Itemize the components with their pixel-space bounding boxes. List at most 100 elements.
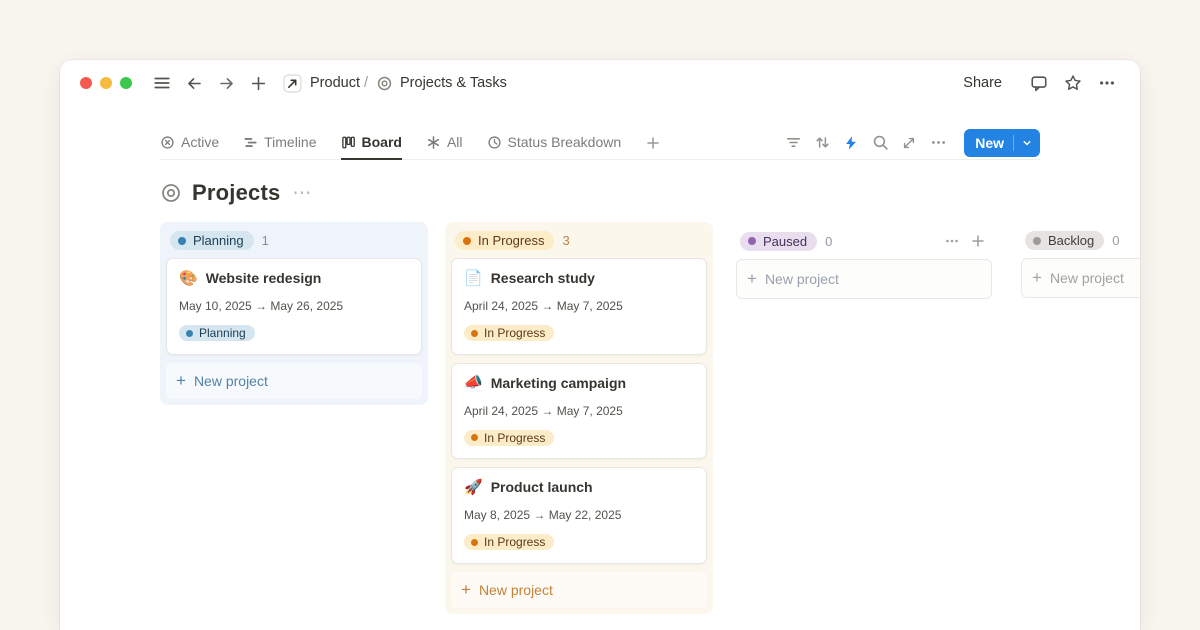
active-icon — [160, 135, 175, 150]
new-project-button[interactable]: + New project — [736, 259, 992, 299]
comments-icon[interactable] — [1026, 70, 1052, 96]
card-title: Website redesign — [206, 270, 322, 286]
close-window-button[interactable] — [80, 77, 92, 89]
new-project-label: New project — [1050, 270, 1124, 286]
card-dates: April 24, 2025 → May 7, 2025 — [464, 404, 694, 418]
expand-icon[interactable] — [896, 130, 922, 156]
status-pill-planning[interactable]: Planning — [170, 231, 254, 250]
board-column-in-progress: In Progress 3 📄 Research study April 24,… — [445, 222, 713, 614]
tab-active[interactable]: Active — [160, 126, 219, 160]
card-status-pill: In Progress — [464, 430, 554, 446]
column-add-icon[interactable] — [968, 231, 988, 251]
view-controls: New — [780, 126, 1040, 159]
window-controls — [80, 77, 132, 89]
new-project-button[interactable]: + New project — [1021, 258, 1140, 298]
titlebar: Product / Projects & Tasks Share — [60, 60, 1140, 106]
column-count: 0 — [825, 234, 832, 249]
card-emoji: 🎨 — [179, 271, 198, 286]
clock-icon — [487, 135, 502, 150]
status-pill-in-progress[interactable]: In Progress — [455, 231, 554, 250]
back-icon[interactable] — [182, 71, 206, 95]
more-options-icon[interactable] — [1094, 70, 1120, 96]
card-dates: April 24, 2025 → May 7, 2025 — [464, 299, 694, 313]
breadcrumb-workspace[interactable]: Product — [310, 75, 360, 91]
page-title[interactable]: Projects — [192, 180, 280, 206]
tab-label: Status Breakdown — [508, 134, 622, 150]
card-status-pill: Planning — [179, 325, 255, 341]
share-button[interactable]: Share — [963, 75, 1002, 91]
status-pill-backlog[interactable]: Backlog — [1025, 231, 1104, 250]
favorite-star-icon[interactable] — [1060, 70, 1086, 96]
status-dot — [186, 330, 193, 337]
board-column-backlog: Backlog 0 + New project — [1015, 222, 1140, 304]
card-title: Marketing campaign — [491, 375, 626, 391]
automation-bolt-icon[interactable] — [838, 130, 864, 156]
tab-all[interactable]: All — [426, 126, 463, 160]
status-dot — [463, 237, 471, 245]
column-header: Planning 1 — [166, 227, 422, 258]
project-card[interactable]: 📄 Research study April 24, 2025 → May 7,… — [451, 258, 707, 355]
plus-icon: + — [461, 581, 471, 598]
app-window: Product / Projects & Tasks Share Active — [60, 60, 1140, 630]
card-emoji: 🚀 — [464, 480, 483, 495]
new-project-button[interactable]: + New project — [451, 572, 707, 608]
new-page-icon[interactable] — [246, 71, 270, 95]
status-dot — [471, 434, 478, 441]
tab-timeline[interactable]: Timeline — [243, 126, 316, 160]
status-dot — [1033, 237, 1041, 245]
timeline-icon — [243, 135, 258, 150]
plus-icon: + — [176, 372, 186, 389]
breadcrumb-page[interactable]: Projects & Tasks — [400, 75, 507, 91]
column-header: Paused 0 — [736, 227, 992, 259]
zoom-window-button[interactable] — [120, 77, 132, 89]
tab-status-breakdown[interactable]: Status Breakdown — [487, 126, 622, 160]
tab-label: Timeline — [264, 134, 316, 150]
plus-icon: + — [1032, 269, 1042, 286]
notion-logo — [282, 73, 302, 93]
tab-label: Board — [362, 134, 402, 150]
sidebar-toggle-icon[interactable] — [150, 71, 174, 95]
asterisk-icon — [426, 135, 441, 150]
add-view-icon[interactable] — [645, 126, 661, 159]
column-header: In Progress 3 — [451, 227, 707, 258]
target-icon — [372, 71, 396, 95]
search-icon[interactable] — [867, 130, 893, 156]
tab-label: Active — [181, 134, 219, 150]
status-label: Paused — [763, 234, 807, 249]
board-column-paused: Paused 0 + New project — [730, 222, 998, 305]
view-more-icon[interactable] — [925, 130, 951, 156]
status-dot — [748, 237, 756, 245]
column-count: 3 — [562, 233, 569, 248]
sort-icon[interactable] — [809, 130, 835, 156]
chevron-down-icon[interactable] — [1014, 137, 1040, 149]
new-project-label: New project — [194, 373, 268, 389]
forward-icon[interactable] — [214, 71, 238, 95]
column-more-icon[interactable] — [942, 231, 962, 251]
status-pill-paused[interactable]: Paused — [740, 232, 817, 251]
filter-icon[interactable] — [780, 130, 806, 156]
breadcrumb-separator: / — [364, 75, 368, 91]
card-title: Research study — [491, 270, 595, 286]
project-card[interactable]: 🎨 Website redesign May 10, 2025 → May 26… — [166, 258, 422, 355]
project-card[interactable]: 📣 Marketing campaign April 24, 2025 → Ma… — [451, 363, 707, 460]
card-dates: May 10, 2025 → May 26, 2025 — [179, 299, 409, 313]
new-project-button[interactable]: + New project — [166, 363, 422, 399]
column-tools — [942, 231, 988, 251]
page-title-more-icon[interactable]: ⋯ — [292, 182, 312, 205]
column-header: Backlog 0 — [1021, 227, 1140, 258]
page-target-icon — [160, 182, 182, 204]
card-emoji: 📣 — [464, 375, 483, 390]
card-dates: May 8, 2025 → May 22, 2025 — [464, 508, 694, 522]
board-column-planning: Planning 1 🎨 Website redesign May 10, 20… — [160, 222, 428, 405]
status-label: Planning — [193, 233, 244, 248]
card-emoji: 📄 — [464, 271, 483, 286]
kanban-board: Planning 1 🎨 Website redesign May 10, 20… — [160, 222, 1140, 614]
page-content: Active Timeline Board All — [60, 126, 1140, 614]
minimize-window-button[interactable] — [100, 77, 112, 89]
project-card[interactable]: 🚀 Product launch May 8, 2025 → May 22, 2… — [451, 467, 707, 564]
card-status-pill: In Progress — [464, 325, 554, 341]
new-button[interactable]: New — [964, 129, 1040, 157]
tab-board[interactable]: Board — [341, 126, 402, 160]
card-title: Product launch — [491, 479, 593, 495]
new-button-label: New — [964, 135, 1013, 151]
